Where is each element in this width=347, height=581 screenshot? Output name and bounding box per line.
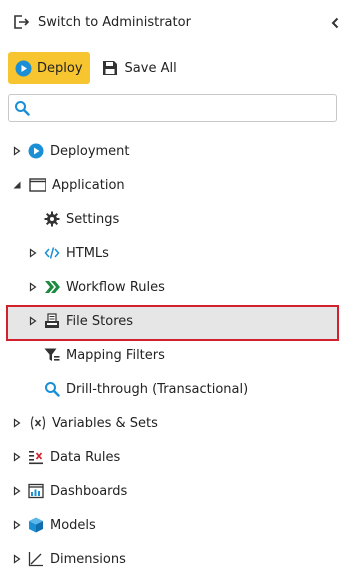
- expand-arrow-icon[interactable]: [28, 282, 38, 292]
- chevron-left-icon[interactable]: [329, 16, 341, 30]
- expand-arrow-icon[interactable]: [12, 486, 22, 496]
- switch-to-administrator-label: Switch to Administrator: [38, 14, 191, 30]
- switch-to-administrator-button[interactable]: Switch to Administrator: [4, 7, 199, 37]
- filter-icon: [44, 348, 60, 361]
- search-icon: [15, 101, 30, 116]
- tree-item-workflow-rules[interactable]: Workflow Rules: [0, 270, 347, 304]
- magnifier-icon: [45, 382, 60, 397]
- save-all-label: Save All: [124, 60, 177, 76]
- tree-item-variables-sets[interactable]: Variables & Sets: [0, 406, 347, 440]
- tree-item-label: Models: [50, 517, 96, 533]
- toolbar: Deploy Save All: [8, 52, 183, 84]
- variable-x-icon: [30, 416, 46, 430]
- top-bar: Switch to Administrator: [0, 0, 347, 44]
- tree-item-label: Workflow Rules: [66, 279, 165, 295]
- tree-item-label: Application: [52, 177, 125, 193]
- deploy-cloud-icon: [28, 143, 44, 159]
- collapse-arrow-icon[interactable]: [12, 180, 22, 190]
- gear-icon: [44, 211, 60, 227]
- workflow-arrows-icon: [45, 281, 60, 293]
- switch-role-icon: [14, 15, 30, 29]
- tree-item-deployment[interactable]: Deployment: [0, 134, 347, 168]
- tree-item-dimensions[interactable]: Dimensions: [0, 542, 347, 576]
- tree-item-htmls[interactable]: HTMLs: [0, 236, 347, 270]
- tree-item-label: Drill-through (Transactional): [66, 381, 249, 397]
- dashboard-icon: [28, 483, 44, 499]
- data-rules-icon: [29, 451, 43, 465]
- tree-item-settings[interactable]: Settings: [0, 202, 347, 236]
- tree-item-label: Mapping Filters: [66, 347, 165, 363]
- tree-item-file-stores[interactable]: File Stores: [0, 304, 347, 341]
- expand-arrow-icon[interactable]: [12, 520, 22, 530]
- deploy-label: Deploy: [37, 60, 83, 76]
- tree-item-label: Deployment: [50, 143, 130, 159]
- expand-arrow-icon[interactable]: [12, 418, 22, 428]
- save-all-button[interactable]: Save All: [96, 52, 183, 84]
- tree-item-drill-through[interactable]: Drill-through (Transactional): [0, 372, 347, 406]
- search-input[interactable]: [36, 96, 326, 120]
- tree-item-label: HTMLs: [66, 245, 109, 261]
- tree-item-label: Dashboards: [50, 483, 128, 499]
- floppy-disk-icon: [102, 61, 117, 75]
- expand-arrow-icon[interactable]: [28, 316, 38, 326]
- tree-item-application[interactable]: Application: [0, 168, 347, 202]
- tree-item-label: Settings: [66, 211, 120, 227]
- tree-item-models[interactable]: Models: [0, 508, 347, 542]
- tree-item-label: Dimensions: [50, 551, 126, 567]
- tree-item-label: File Stores: [66, 313, 134, 329]
- tree-item-label: Data Rules: [50, 449, 121, 465]
- window-icon: [29, 178, 46, 192]
- tree-item-mapping-filters[interactable]: Mapping Filters: [0, 338, 347, 372]
- navigation-tree: Deployment Application Settings HTMLs Wo…: [0, 134, 347, 576]
- axes-icon: [28, 552, 43, 567]
- tree-item-dashboards[interactable]: Dashboards: [0, 474, 347, 508]
- expand-arrow-icon[interactable]: [12, 146, 22, 156]
- cube-icon: [29, 517, 43, 533]
- file-store-icon: [45, 313, 59, 328]
- code-icon: [44, 247, 60, 259]
- expand-arrow-icon[interactable]: [12, 452, 22, 462]
- tree-item-data-rules[interactable]: Data Rules: [0, 440, 347, 474]
- search-box: [8, 94, 337, 122]
- deploy-cloud-icon: [15, 60, 32, 76]
- expand-arrow-icon[interactable]: [28, 248, 38, 258]
- expand-arrow-icon[interactable]: [12, 554, 22, 564]
- tree-item-label: Variables & Sets: [52, 415, 158, 431]
- deploy-button[interactable]: Deploy: [8, 52, 90, 84]
